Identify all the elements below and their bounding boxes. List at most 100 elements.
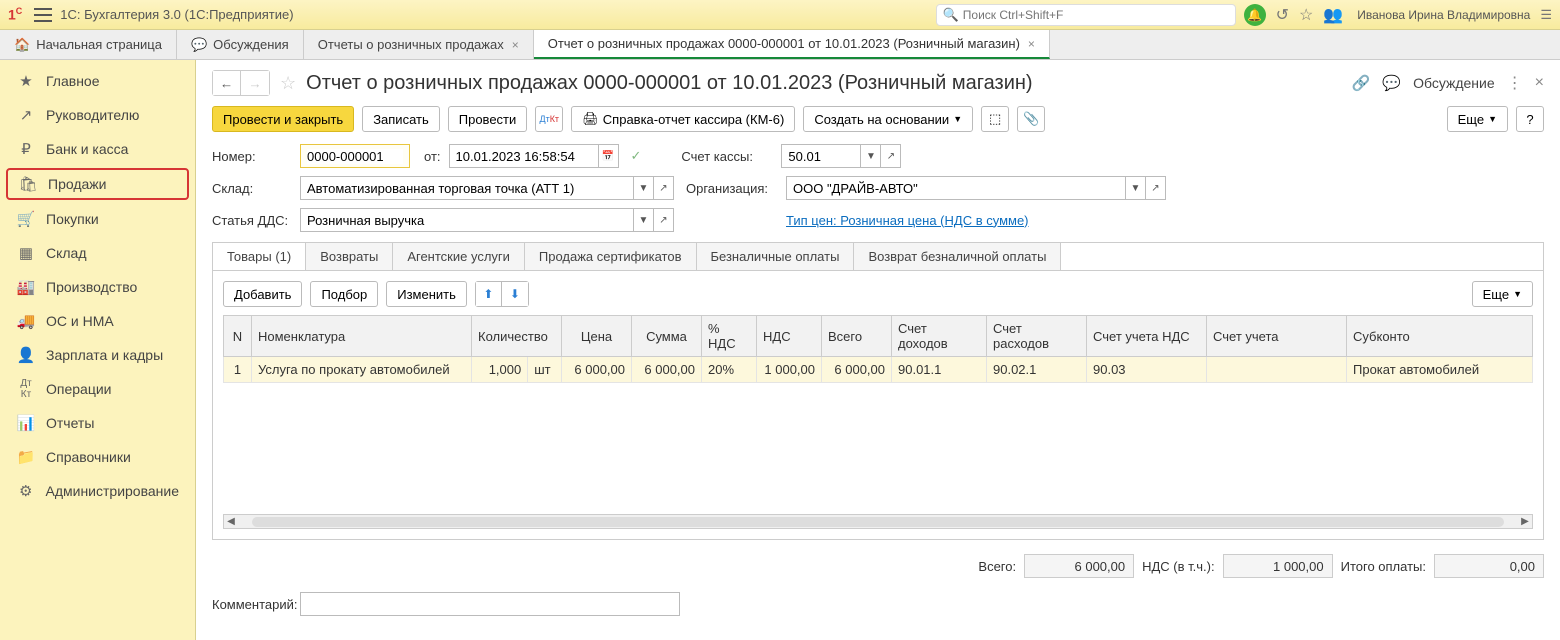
cell-vatpct[interactable]: 20% (702, 357, 757, 383)
h-scrollbar[interactable]: ◀ ▶ (223, 515, 1533, 529)
favorite-icon[interactable]: ☆ (280, 73, 296, 94)
calendar-button[interactable]: 📅 (599, 144, 619, 168)
col-price[interactable]: Цена (562, 316, 632, 357)
open-button[interactable]: ↗ (654, 176, 674, 200)
number-field[interactable] (300, 144, 410, 168)
close-icon[interactable]: × (1535, 74, 1544, 92)
warehouse-field[interactable] (300, 176, 634, 200)
subtab-certificates[interactable]: Продажа сертификатов (525, 243, 697, 270)
scroll-left-icon[interactable]: ◀ (224, 516, 238, 527)
open-button[interactable]: ↗ (654, 208, 674, 232)
cell-price[interactable]: 6 000,00 (562, 357, 632, 383)
subtab-returns[interactable]: Возвраты (306, 243, 393, 270)
dds-input[interactable] (307, 213, 627, 228)
sidebar-item-sales[interactable]: 🛍Продажи (6, 168, 189, 200)
cell-qty[interactable]: 1,000 (472, 357, 528, 383)
col-vatacc[interactable]: Счет учета НДС (1087, 316, 1207, 357)
dropdown-button[interactable]: ▼ (634, 176, 654, 200)
sidebar-item-purchases[interactable]: 🛒Покупки (0, 202, 195, 236)
search-box[interactable]: 🔍 (936, 4, 1236, 26)
close-icon[interactable]: × (1028, 37, 1035, 51)
col-n[interactable]: N (224, 316, 252, 357)
cell-income[interactable]: 90.01.1 (892, 357, 987, 383)
comment-field[interactable] (300, 592, 680, 616)
table-wrap[interactable]: N Номенклатура Количество Цена Сумма % Н… (223, 315, 1533, 515)
cell-sum[interactable]: 6 000,00 (632, 357, 702, 383)
org-field[interactable] (786, 176, 1126, 200)
hamburger-icon[interactable] (34, 8, 52, 22)
sidebar-item-salary[interactable]: 👤Зарплата и кадры (0, 338, 195, 372)
tab-reports[interactable]: Отчеты о розничных продажах× (304, 30, 534, 59)
cell-unit[interactable]: шт (528, 357, 562, 383)
col-expense[interactable]: Счет расходов (987, 316, 1087, 357)
scroll-track[interactable] (252, 517, 1504, 527)
tab-home[interactable]: 🏠Начальная страница (0, 30, 177, 59)
history-icon[interactable]: ↺ (1276, 5, 1289, 25)
subtab-goods[interactable]: Товары (1) (213, 243, 306, 270)
create-based-button[interactable]: Создать на основании▼ (803, 106, 973, 132)
discuss-label[interactable]: Обсуждение (1413, 75, 1495, 91)
col-acc[interactable]: Счет учета (1207, 316, 1347, 357)
cell-vatacc[interactable]: 90.03 (1087, 357, 1207, 383)
sidebar-item-production[interactable]: 🏭Производство (0, 270, 195, 304)
open-button[interactable]: ↗ (1146, 176, 1166, 200)
date-field[interactable] (449, 144, 599, 168)
close-icon[interactable]: × (512, 38, 519, 52)
cell-nom[interactable]: Услуга по прокату автомобилей (252, 357, 472, 383)
col-income[interactable]: Счет доходов (892, 316, 987, 357)
user-name[interactable]: Иванова Ирина Владимировна (1357, 8, 1530, 22)
more-button[interactable]: Еще▼ (1447, 106, 1508, 132)
comment-input[interactable] (307, 597, 673, 612)
attach-button[interactable]: 📎 (1017, 106, 1045, 132)
dropdown-button[interactable]: ▼ (1126, 176, 1146, 200)
col-nom[interactable]: Номенклатура (252, 316, 472, 357)
user-icon[interactable]: 👥 (1323, 5, 1343, 25)
dropdown-button[interactable]: ▼ (861, 144, 881, 168)
dds-field[interactable] (300, 208, 634, 232)
number-input[interactable] (307, 149, 403, 164)
sidebar-item-assets[interactable]: 🚚ОС и НМА (0, 304, 195, 338)
org-input[interactable] (793, 181, 1119, 196)
warehouse-input[interactable] (307, 181, 627, 196)
sidebar-item-main[interactable]: ★Главное (0, 64, 195, 98)
sidebar-item-admin[interactable]: ⚙Администрирование (0, 474, 195, 508)
menu-icon[interactable]: ☰ (1540, 7, 1552, 23)
cell-vat[interactable]: 1 000,00 (757, 357, 822, 383)
more-icon[interactable]: ⋮ (1507, 73, 1523, 93)
bell-icon[interactable]: 🔔 (1244, 4, 1266, 26)
print-report-button[interactable]: 🖨Справка-отчет кассира (КМ-6) (571, 106, 795, 132)
link-icon[interactable]: 🔗 (1352, 74, 1371, 92)
account-input[interactable] (788, 149, 854, 164)
cell-n[interactable]: 1 (224, 357, 252, 383)
col-vatpct[interactable]: % НДС (702, 316, 757, 357)
sidebar-item-operations[interactable]: ДтКтОперации (0, 372, 195, 406)
structure-button[interactable]: ⬚ (981, 106, 1009, 132)
cell-subconto[interactable]: Прокат автомобилей (1347, 357, 1533, 383)
sidebar-item-reports[interactable]: 📊Отчеты (0, 406, 195, 440)
move-down-button[interactable]: ⬇ (502, 282, 528, 306)
table-row[interactable]: 1 Услуга по прокату автомобилей 1,000 шт… (224, 357, 1533, 383)
edit-button[interactable]: Изменить (386, 281, 467, 307)
sidebar-item-manager[interactable]: ↗Руководителю (0, 98, 195, 132)
pick-button[interactable]: Подбор (310, 281, 378, 307)
tab-discussions[interactable]: 💬Обсуждения (177, 30, 304, 59)
account-field[interactable] (781, 144, 861, 168)
sidebar-item-catalogs[interactable]: 📁Справочники (0, 440, 195, 474)
star-icon[interactable]: ☆ (1299, 5, 1313, 25)
col-qty[interactable]: Количество (472, 316, 562, 357)
sub-more-button[interactable]: Еще▼ (1472, 281, 1533, 307)
cell-acc[interactable] (1207, 357, 1347, 383)
col-subconto[interactable]: Субконто (1347, 316, 1533, 357)
col-vat[interactable]: НДС (757, 316, 822, 357)
cell-total[interactable]: 6 000,00 (822, 357, 892, 383)
subtab-cashless[interactable]: Безналичные оплаты (697, 243, 855, 270)
subtab-agent[interactable]: Агентские услуги (393, 243, 525, 270)
post-button[interactable]: Провести (448, 106, 528, 132)
date-input[interactable] (456, 149, 592, 164)
dtkt-button[interactable]: ДтКт (535, 106, 563, 132)
open-button[interactable]: ↗ (881, 144, 901, 168)
price-type-link[interactable]: Тип цен: Розничная цена (НДС в сумме) (786, 213, 1029, 228)
sidebar-item-bank[interactable]: ₽Банк и касса (0, 132, 195, 166)
save-button[interactable]: Записать (362, 106, 440, 132)
post-close-button[interactable]: Провести и закрыть (212, 106, 354, 132)
